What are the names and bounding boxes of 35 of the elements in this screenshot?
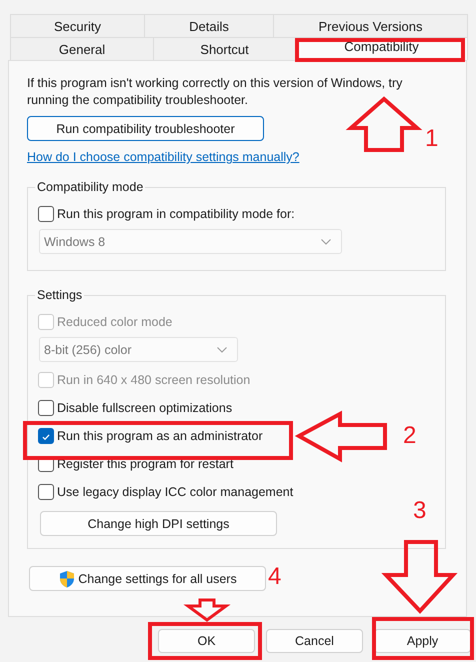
arrow-down-icon (381, 540, 458, 614)
chevron-down-icon (321, 238, 331, 244)
checkbox-label: Register this program for restart (57, 457, 234, 471)
checkbox-label: Run this program as an administrator (57, 429, 263, 443)
checkbox-label: Run this program in compatibility mode for: (57, 207, 295, 221)
checkbox-label: Run in 640 x 480 screen resolution (57, 373, 250, 387)
step-number: 2 (403, 422, 416, 450)
checkbox[interactable] (38, 400, 54, 416)
dialog-button[interactable]: Cancel (266, 629, 363, 653)
checkbox-label: Use legacy display ICC color management (57, 485, 294, 499)
intro-text: If this program isn't working correctly on this version of Windows, try running the compatibility troubleshooter. (27, 75, 404, 109)
checkbox[interactable] (38, 206, 54, 222)
chevron-down-icon (217, 346, 227, 352)
checkbox[interactable] (38, 484, 54, 500)
dialog-button[interactable]: OK (158, 629, 255, 653)
arrow-up-icon (346, 96, 422, 152)
all-users-button[interactable]: Change settings for all users (29, 566, 266, 591)
checkbox[interactable] (38, 428, 54, 444)
step-number: 4 (268, 563, 282, 591)
checkbox-label: Disable fullscreen optimizations (57, 401, 232, 415)
shield-icon (58, 570, 76, 588)
step-number: 3 (413, 497, 426, 525)
group-title: Settings (35, 287, 84, 303)
high-dpi-button[interactable]: Change high DPI settings (40, 511, 277, 536)
tab[interactable]: Previous Versions (273, 14, 468, 37)
dialog-button[interactable]: Apply (374, 629, 471, 653)
troubleshooter-button[interactable]: Run compatibility troubleshooter (27, 116, 264, 141)
step-number: 1 (425, 125, 438, 153)
arrow-down-icon (183, 598, 231, 622)
group-title: Compatibility mode (35, 179, 146, 195)
arrow-left-icon (294, 410, 387, 462)
help-link[interactable]: How do I choose compatibility settings manually? (27, 150, 300, 164)
tab[interactable]: Security (10, 14, 145, 37)
checkbox-label: Reduced color mode (57, 315, 172, 329)
tab[interactable]: General (10, 37, 154, 60)
